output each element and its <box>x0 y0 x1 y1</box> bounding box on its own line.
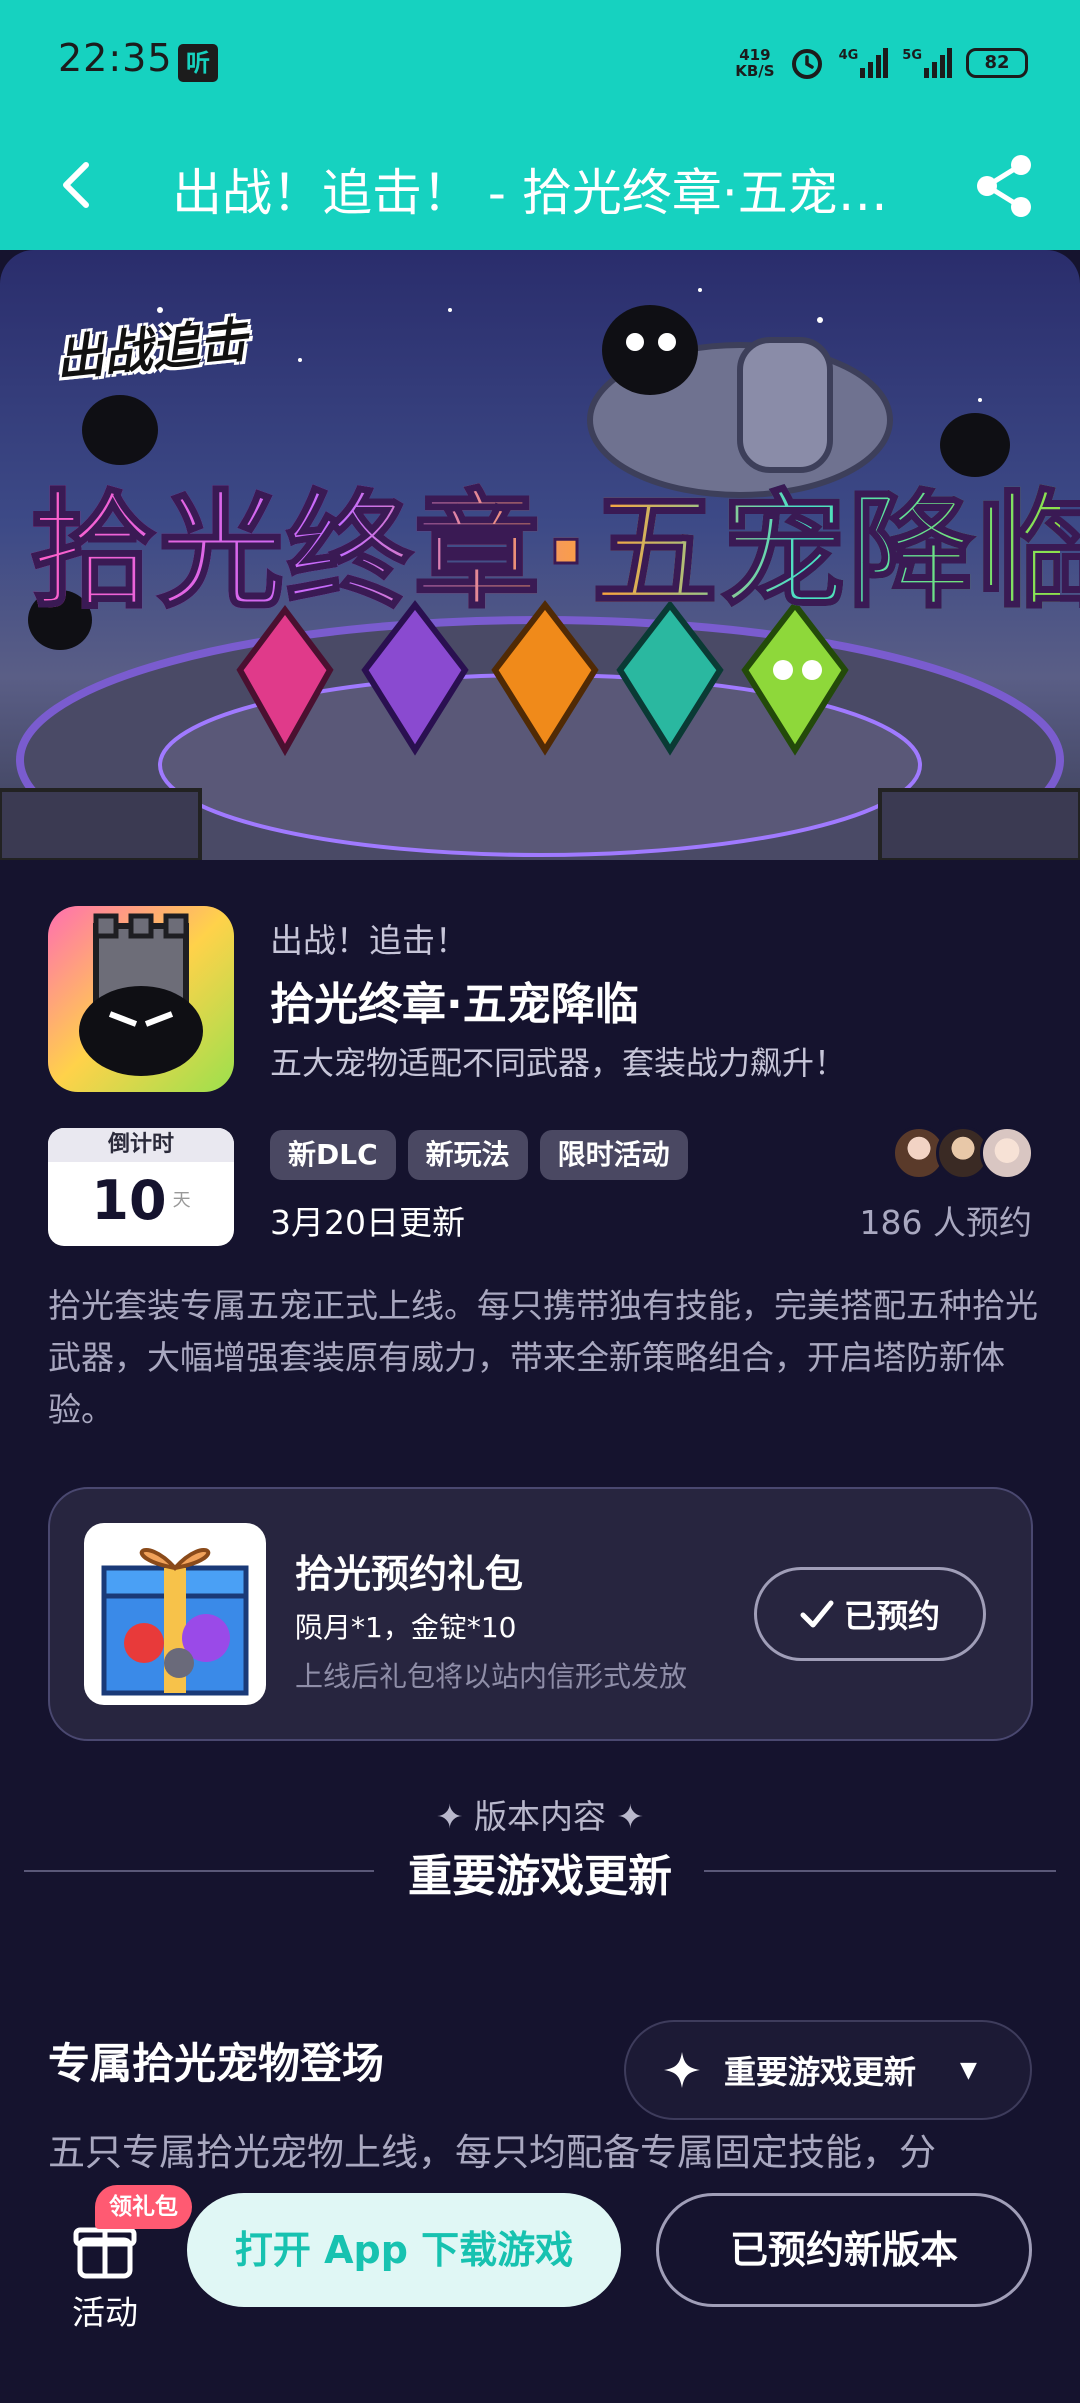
top-nav-bar: 出战！追击！ - 拾光终章·五宠降临 <box>0 125 1080 250</box>
open-app-button[interactable]: 打开 App 下载游戏 <box>187 2193 621 2307</box>
check-icon <box>800 1600 834 1628</box>
chevron-left-icon <box>63 162 89 208</box>
signal-5g-label: 5G <box>902 48 922 63</box>
net-speed: 419 KB/S <box>735 47 774 79</box>
app-screen: 22:35 听 419 KB/S 4G 5G 82 出战！追击！ - 拾光终章·… <box>0 0 1080 2403</box>
gift-reserved-button[interactable]: 已预约 <box>754 1567 986 1661</box>
gift-box-icon <box>101 1548 249 1696</box>
alarm-icon <box>791 49 822 79</box>
reserver-avatars[interactable] <box>892 1126 1034 1180</box>
gift-reserved-label: 已预约 <box>843 1597 940 1635</box>
banner-title: 拾光终章·五宠降临 <box>29 450 1080 632</box>
gift-pack-card: 拾光预约礼包 陨月*1，金锭*10 上线后礼包将以站内信形式发放 已预约 <box>48 1487 1033 1741</box>
update-banner-image: 出战追击 拾光终章·五宠降临 <box>0 250 1080 860</box>
caret-down-icon: ▼ <box>960 2057 977 2083</box>
countdown-card: 倒计时 10 天 <box>48 1128 234 1246</box>
content-heading: 专属拾光宠物登场 <box>48 2039 385 2088</box>
sparkle-icon <box>664 2052 700 2088</box>
avatar <box>980 1126 1034 1180</box>
gift-box-image <box>84 1523 266 1705</box>
net-speed-value: 419 <box>739 46 771 64</box>
content-paragraph: 五只专属拾光宠物上线，每只均配备专属固定技能，分 <box>48 2131 936 2174</box>
battery-icon: 82 <box>966 48 1028 78</box>
gift-title: 拾光预约礼包 <box>295 1552 524 1596</box>
update-description: 拾光套装专属五宠正式上线。每只携带独有技能，完美搭配五种拾光武器，大幅增强套装原… <box>48 1286 1038 1429</box>
net-speed-unit: KB/S <box>735 62 775 80</box>
countdown-value: 10 <box>91 1169 167 1232</box>
tag-item: 新玩法 <box>407 1130 528 1180</box>
reserve-count: 186 人预约 <box>859 1203 1032 1242</box>
countdown-unit: 天 <box>172 1190 191 1211</box>
reserved-version-button[interactable]: 已预约新版本 <box>656 2193 1032 2307</box>
update-subtitle: 五大宠物适配不同武器，套装战力飙升！ <box>270 1044 847 1082</box>
gift-note: 上线后礼包将以站内信形式发放 <box>295 1660 688 1693</box>
back-button[interactable] <box>48 155 108 215</box>
signal-4g-label: 4G <box>838 48 859 63</box>
share-button[interactable] <box>975 153 1035 219</box>
page-title: 出战！追击！ - 拾光终章·五宠降临 <box>172 164 932 222</box>
gift-items: 陨月*1，金锭*10 <box>295 1611 517 1644</box>
update-date: 3月20日更新 <box>270 1203 465 1242</box>
section-dropdown[interactable]: 重要游戏更新 ▼ <box>624 2020 1032 2120</box>
status-indicators: 419 KB/S 4G 5G 82 <box>735 40 1028 86</box>
dropdown-label: 重要游戏更新 <box>724 2053 917 2091</box>
section-title-row: 重要游戏更新 <box>24 1840 1056 1902</box>
activity-label: 活动 <box>72 2293 138 2332</box>
countdown-value-row: 10 天 <box>48 1162 234 1240</box>
countdown-label: 倒计时 <box>48 1128 234 1162</box>
share-icon <box>977 155 1031 217</box>
game-name: 出战！追击！ <box>270 921 468 960</box>
section-title: 重要游戏更新 <box>408 1851 672 1902</box>
status-bar: 22:35 听 419 KB/S 4G 5G 82 <box>0 0 1080 125</box>
tag-item: 新DLC <box>270 1130 396 1180</box>
tag-list: 新DLC 新玩法 限时活动 <box>270 1130 688 1180</box>
update-title: 拾光终章·五宠降临 <box>270 979 639 1030</box>
status-time: 22:35 <box>58 36 173 80</box>
listen-app-icon: 听 <box>178 44 218 82</box>
signal-4g-icon: 4G <box>839 48 889 78</box>
signal-5g-icon: 5G <box>902 48 952 78</box>
gift-badge[interactable]: 领礼包 <box>95 2185 192 2229</box>
tower-mascot-icon <box>79 913 203 1076</box>
section-kicker: ✦ 版本内容 ✦ <box>435 1797 645 1836</box>
game-app-icon[interactable] <box>48 906 234 1092</box>
tag-item: 限时活动 <box>539 1130 688 1180</box>
